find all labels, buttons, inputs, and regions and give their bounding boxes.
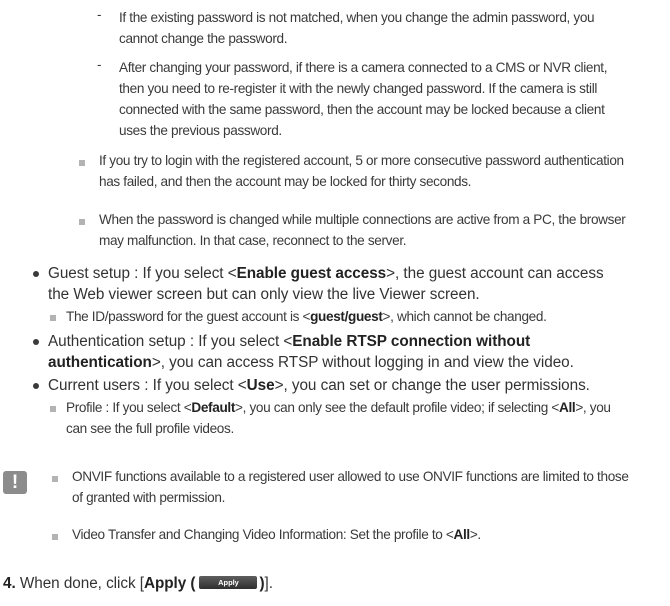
warning-n2-bold: All [453, 527, 470, 542]
guest-pre: Guest setup : If you select < [48, 265, 237, 282]
profile-post: >, you [575, 400, 611, 415]
square-bullet-icon [50, 315, 56, 321]
auth-post: >, you can access RTSP without logging i… [151, 354, 574, 371]
note-line: may malfunction. In that case, reconnect… [99, 233, 407, 248]
users-pre: Current users : If you select < [48, 377, 247, 394]
warning-n2-pre: Video Transfer and Changing Video Inform… [72, 527, 454, 542]
note-line: If you try to login with the registered … [99, 153, 624, 168]
note-line: has failed, and then the account may be … [99, 174, 472, 189]
users-bold: Use [246, 377, 275, 394]
note-text: If the existing password is not matched,… [119, 7, 595, 49]
step-number: 4. [3, 575, 16, 592]
profile-bold-2: All [559, 400, 576, 415]
profile-pre: Profile : If you select < [66, 400, 192, 415]
warning-n2-post: >. [469, 527, 481, 542]
guest-note-pre: The ID/password for the guest account is… [66, 309, 311, 324]
users-text: Current users : If you select <Use>, you… [48, 375, 590, 396]
square-bullet-icon [79, 160, 85, 166]
auth-bold-2: authentication [48, 354, 152, 371]
profile-line-1: Profile : If you select <Default>, you c… [66, 397, 611, 418]
note-text: After changing your password, if there i… [119, 57, 608, 141]
bullet-dot-icon [33, 383, 39, 389]
guest-note: The ID/password for the guest account is… [66, 306, 547, 327]
step-4: 4. When done, click [Apply (Apply)]. [3, 573, 273, 594]
auth-setup-text: Authentication setup : If you select <En… [48, 331, 574, 373]
warning-icon-glyph: ! [11, 472, 19, 493]
note-line: After changing your password, if there i… [119, 60, 608, 75]
guest-post: >, the guest account can access [386, 265, 604, 282]
warning-line: ONVIF functions available to a registere… [72, 469, 629, 484]
profile-note: Profile : If you select <Default>, you c… [66, 397, 611, 439]
dash-bullet: - [97, 7, 102, 22]
bullet-dot-icon [33, 271, 39, 277]
warning-note: Video Transfer and Changing Video Inform… [72, 524, 481, 545]
note-line: When the password is changed while multi… [99, 212, 626, 227]
guest-note-post: >, which cannot be changed. [382, 309, 547, 324]
note-line: If the existing password is not matched,… [119, 10, 595, 25]
guest-line-2: the Web viewer screen but can only view … [48, 286, 480, 303]
warning-line: of granted with permission. [72, 490, 225, 505]
guest-line-1: Guest setup : If you select <Enable gues… [48, 263, 604, 284]
warning-icon: ! [3, 471, 27, 494]
profile-line-2: can see the full profile videos. [66, 421, 234, 436]
profile-mid: >, you can only see the default profile … [235, 400, 559, 415]
guest-bold: Enable guest access [236, 265, 387, 282]
note-text: If you try to login with the registered … [99, 150, 624, 192]
note-line: cannot change the password. [119, 31, 288, 46]
step-bold: Apply ( [143, 575, 196, 592]
users-post: >, you can set or change the user permis… [274, 377, 590, 394]
auth-bold-1: Enable RTSP connection without [292, 333, 531, 350]
apply-button[interactable]: Apply [199, 575, 258, 589]
step-pre: When done, click [ [19, 575, 144, 592]
auth-line-1: Authentication setup : If you select <En… [48, 331, 574, 352]
warning-note: ONVIF functions available to a registere… [72, 466, 629, 508]
step-post: ]. [264, 575, 273, 592]
square-bullet-icon [52, 534, 58, 540]
bullet-dot-icon [33, 339, 39, 345]
note-line: uses the previous password. [119, 123, 282, 138]
guest-note-bold: guest/guest [310, 309, 383, 324]
square-bullet-icon [52, 476, 58, 482]
auth-pre: Authentication setup : If you select < [48, 333, 293, 350]
note-line: then you need to re-register it with the… [119, 81, 598, 96]
dash-bullet: - [97, 57, 102, 72]
note-text: When the password is changed while multi… [99, 209, 626, 251]
note-line: connected with the same password, then t… [119, 102, 605, 117]
auth-line-2: authentication>, you can access RTSP wit… [48, 352, 574, 373]
square-bullet-icon [50, 406, 56, 412]
guest-setup-text: Guest setup : If you select <Enable gues… [48, 263, 604, 305]
profile-bold-1: Default [191, 400, 235, 415]
square-bullet-icon [79, 219, 85, 225]
